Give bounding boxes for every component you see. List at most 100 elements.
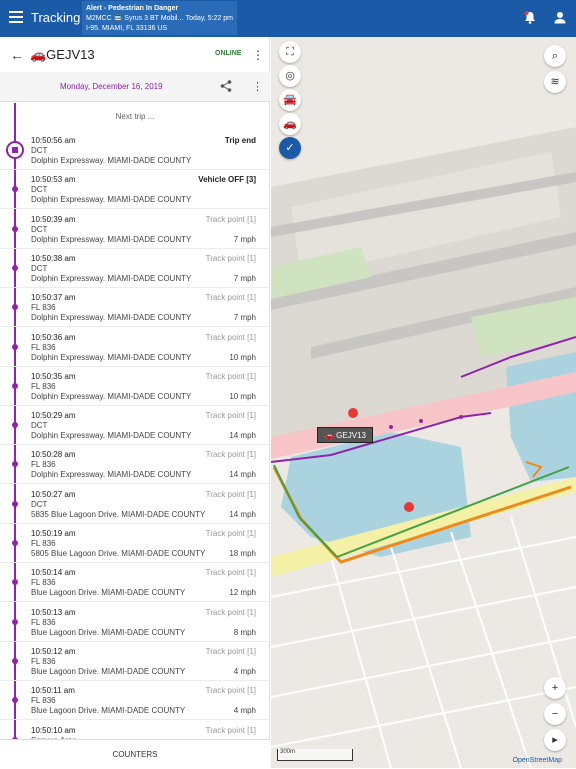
date-label[interactable]: Monday, December 16, 2019 (60, 82, 163, 91)
event-road: FL 836 (31, 696, 56, 706)
checklist-icon[interactable]: ✓ (279, 137, 301, 159)
event-speed: 4 mph (233, 666, 256, 676)
event-road: FL 836 (31, 617, 56, 627)
timeline-dot (12, 579, 18, 586)
vehicle-map-label[interactable]: 🚗 GEJV13 (317, 427, 373, 443)
event-time: 10:50:53 am (31, 175, 76, 185)
event-place: Dolphin Expressway. MIAMI-DADE COUNTY (31, 234, 192, 244)
zoom-in-icon[interactable]: + (544, 677, 566, 699)
event-row[interactable]: 10:50:11 am FL 836 Blue Lagoon Drive. MIAM… (0, 681, 270, 721)
my-location-icon[interactable]: ◎ (279, 65, 301, 87)
event-speed: 10 mph (229, 352, 256, 362)
event-type: Track point [1] (205, 529, 256, 538)
event-time: 10:50:27 am (31, 489, 76, 499)
map-view[interactable]: ⛶ ◎ 🚘 🚗 ✓ ⌕ ≋ + − ▸ 🚗 GEJV13 300m OpenSt… (271, 37, 576, 768)
counters-button[interactable]: COUNTERS (0, 739, 270, 768)
event-row[interactable]: 10:50:37 am FL 836 Dolphin Expressway. MIA… (0, 288, 270, 328)
timeline-dot (12, 657, 18, 664)
event-row[interactable]: 10:50:53 am DCT Dolphin Expressway. MIAMI-… (0, 170, 270, 210)
event-row[interactable]: 10:50:39 am DCT Dolphin Expressway. MIAMI-… (0, 210, 270, 249)
event-place: Dolphin Expressway. MIAMI-DADE COUNTY (31, 431, 192, 441)
timeline-dot (12, 500, 18, 507)
event-type: Track point [1] (205, 725, 256, 735)
event-row[interactable]: 10:50:19 am FL 836 5805 Blue Lagoon Drive.… (0, 524, 270, 563)
event-type: Track point [1] (205, 686, 256, 696)
event-place: 5805 Blue Lagoon Drive. MIAMI-DADE COUNT… (31, 549, 206, 558)
more-options-icon[interactable]: ⋮ (252, 48, 264, 62)
event-row[interactable]: 10:50:10 amSanvue AreaTrack point [1] (0, 721, 270, 739)
share-icon[interactable] (220, 80, 232, 92)
layers-icon[interactable]: ≋ (544, 71, 566, 93)
event-road: DCT (31, 185, 48, 195)
alert-notification[interactable]: Alert - Pedestrian In Danger M2MCC 🚍 Syr… (82, 1, 237, 35)
event-row[interactable]: 10:50:28 am FL 836 Dolphin Expressway. MIA… (0, 445, 270, 485)
event-type: Track point [1] (205, 332, 256, 342)
event-speed: 8 mph (233, 627, 256, 637)
event-row[interactable]: 10:50:29 am DCT Dolphin Expressway. MIAMI-… (0, 406, 270, 446)
top-app-bar: Tracking Alert - Pedestrian In Danger M2… (0, 0, 576, 37)
event-speed: 10 mph (229, 391, 256, 401)
event-time: 10:50:36 am (31, 332, 76, 342)
timeline-dot (12, 186, 18, 193)
event-place: Blue Lagoon Drive. MIAMI-DADE COUNTY (31, 588, 186, 598)
fullscreen-icon[interactable]: ⛶ (279, 41, 301, 63)
timeline-dot (12, 225, 18, 232)
next-trip-link[interactable]: Next trip ... (0, 103, 270, 131)
event-time: 10:50:28 am (31, 450, 76, 460)
event-time: 10:50:10 am (31, 725, 76, 735)
event-speed: 7 mph (233, 234, 256, 244)
car-icon[interactable]: 🚗 (279, 113, 301, 135)
event-place: Dolphin Expressway. MIAMI-DADE COUNTY (31, 273, 192, 283)
play-icon[interactable]: ▸ (544, 729, 566, 751)
stop-marker-icon (6, 141, 24, 159)
event-row[interactable]: 10:50:14 am FL 836 Blue Lagoon Drive. MIAM… (0, 563, 270, 603)
map-attribution[interactable]: OpenStreetMap (513, 757, 562, 764)
event-row[interactable]: 10:50:12 am FL 836 Blue Lagoon Drive. MIAM… (0, 642, 270, 681)
event-type: Trip end (224, 136, 256, 145)
trip-panel: ← 🚗GEJV13 ONLINE ⋮ Monday, December 16, … (0, 37, 270, 768)
event-road: FL 836 (31, 578, 56, 588)
zoom-out-icon[interactable]: − (544, 703, 566, 725)
event-row[interactable]: 10:50:35 am FL 836 Dolphin Expressway. MIA… (0, 367, 270, 406)
event-road: DCT (31, 421, 48, 431)
event-road: DCT (31, 263, 48, 273)
search-icon[interactable]: ⌕ (544, 45, 566, 67)
event-road: FL 836 (31, 381, 56, 391)
event-place: Dolphin Expressway. MIAMI-DADE COUNTY (31, 352, 192, 362)
traffic-car-icon[interactable]: 🚘 (279, 89, 301, 111)
map-canvas[interactable] (271, 37, 576, 768)
event-road: DCT (31, 224, 48, 234)
event-row[interactable]: 10:50:38 am DCT Dolphin Expressway. MIAMI-… (0, 249, 270, 288)
event-row[interactable]: 10:50:56 am DCT Dolphin Expressway. MIAMI-… (0, 131, 270, 170)
timeline-dot (12, 264, 18, 271)
event-place: Dolphin Expressway. MIAMI-DADE COUNTY (31, 470, 192, 480)
timeline-dot (12, 304, 18, 311)
event-place: Dolphin Expressway. MIAMI-DADE COUNTY (31, 156, 192, 165)
alert-title: Alert - Pedestrian In Danger (86, 5, 179, 12)
alert-time: Today, 5:22 pm (185, 15, 233, 22)
event-time: 10:50:11 am (31, 686, 75, 696)
event-row[interactable]: 10:50:27 am DCT 5835 Blue Lagoon Drive. MI… (0, 485, 270, 524)
event-type: Track point [1] (205, 568, 256, 578)
event-place: Blue Lagoon Drive. MIAMI-DADE COUNTY (31, 706, 186, 716)
event-speed: 14 mph (229, 470, 256, 480)
event-row[interactable]: 10:50:36 am FL 836 Dolphin Expressway. MIA… (0, 328, 270, 367)
menu-icon[interactable] (9, 11, 23, 23)
event-road: DCT (31, 499, 48, 509)
back-arrow-icon[interactable]: ← (10, 47, 24, 63)
event-type: Track point [1] (205, 607, 256, 617)
account-icon[interactable] (554, 11, 566, 24)
vehicle-name: 🚗GEJV13 (30, 47, 95, 62)
panel-header: ← 🚗GEJV13 ONLINE ⋮ (0, 37, 270, 72)
event-time: 10:50:29 am (31, 411, 76, 421)
event-place: Dolphin Expressway. MIAMI-DADE COUNTY (31, 391, 192, 401)
event-time: 10:50:13 am (31, 607, 76, 617)
event-row[interactable]: 10:50:13 am FL 836 Blue Lagoon Drive. MIAM… (0, 603, 270, 642)
event-speed: 14 mph (229, 431, 256, 441)
event-type: Track point [1] (205, 489, 256, 499)
timeline-dot (12, 382, 18, 389)
bell-icon[interactable] (524, 11, 536, 24)
date-bar: Monday, December 16, 2019 ⋮ (0, 72, 270, 102)
event-type: Track point [1] (205, 411, 256, 421)
date-more-options-icon[interactable]: ⋮ (252, 80, 263, 93)
